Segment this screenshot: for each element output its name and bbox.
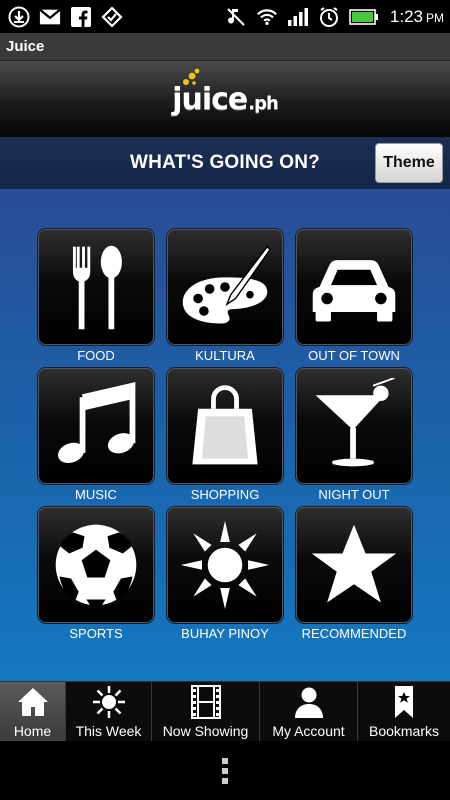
home-icon <box>17 688 48 716</box>
overflow-menu-icon[interactable] <box>220 756 230 786</box>
category-tile-sports[interactable] <box>38 507 154 623</box>
category-tile-music[interactable] <box>38 368 154 484</box>
category-tile-food[interactable] <box>38 229 154 345</box>
category-label-shopping: SHOPPING <box>190 487 260 502</box>
status-time: 1:23 PM <box>389 6 444 26</box>
category-label-recommended: RECOMMENDED <box>301 626 407 641</box>
tab-this-week-label: This Week <box>75 723 142 739</box>
fork-spoon-icon <box>72 245 122 330</box>
juice-logo: juice.ph <box>172 68 279 117</box>
category-grid: FOOD KULTURA OUT OF TOWN MUSIC SHOPPING … <box>0 189 450 681</box>
app-title-bar: Juice <box>0 33 450 61</box>
battery-icon <box>349 6 379 28</box>
category-label-food: FOOD <box>77 348 115 363</box>
star-icon <box>311 524 397 603</box>
shopping-bag-icon <box>192 385 258 465</box>
foursquare-icon <box>101 5 123 28</box>
wifi-icon <box>256 6 278 28</box>
tab-now-showing[interactable]: Now Showing <box>152 682 260 742</box>
category-tile-recommended[interactable] <box>296 507 412 623</box>
tab-now-showing-label: Now Showing <box>162 723 249 739</box>
tab-bookmarks-label: Bookmarks <box>368 723 440 739</box>
car-icon <box>312 260 396 322</box>
facebook-icon <box>70 6 92 28</box>
page-title: WHAT'S GOING ON? <box>130 152 320 173</box>
tab-my-account-label: My Account <box>272 723 345 739</box>
tab-my-account[interactable]: My Account <box>260 682 358 742</box>
gmail-icon <box>39 6 61 28</box>
philippine-sun-icon <box>180 520 270 610</box>
category-label-buhay-pinoy: BUHAY PINOY <box>181 626 269 641</box>
logo-banner: juice.ph <box>0 61 450 137</box>
tab-home[interactable]: Home <box>0 682 66 742</box>
music-note-icon <box>57 382 136 464</box>
signal-icon <box>287 6 309 28</box>
tab-home-label: Home <box>13 723 52 739</box>
person-icon <box>294 687 323 718</box>
category-tile-shopping[interactable] <box>167 368 283 484</box>
category-tile-buhay-pinoy[interactable] <box>167 507 283 623</box>
app-title: Juice <box>6 38 45 55</box>
theme-button[interactable]: Theme <box>375 143 443 183</box>
category-label-kultura: KULTURA <box>195 348 255 363</box>
soccer-ball-icon <box>55 524 137 607</box>
tab-this-week[interactable]: This Week <box>66 682 152 742</box>
cocktail-icon <box>315 378 395 467</box>
bookmark-icon <box>395 686 413 718</box>
category-label-night-out: NIGHT OUT <box>318 487 390 502</box>
bottom-tab-bar: Home This Week Now Showing My Account Bo… <box>0 681 450 742</box>
mute-icon <box>225 6 247 28</box>
paint-palette-icon <box>182 245 272 324</box>
logo-sparkle-icon <box>183 68 200 85</box>
download-icon <box>8 6 30 28</box>
film-icon <box>190 685 221 719</box>
category-label-music: MUSIC <box>75 487 117 502</box>
category-tile-out-of-town[interactable] <box>296 229 412 345</box>
tab-bookmarks[interactable]: Bookmarks <box>358 682 450 742</box>
sun-icon <box>92 686 125 718</box>
category-tile-night-out[interactable] <box>296 368 412 484</box>
section-header: WHAT'S GOING ON? Theme <box>0 137 450 189</box>
category-label-out-of-town: OUT OF TOWN <box>308 348 400 363</box>
status-bar: 1:23 PM <box>0 0 450 33</box>
alarm-icon <box>318 6 340 28</box>
system-nav-bar <box>0 741 450 800</box>
category-tile-kultura[interactable] <box>167 229 283 345</box>
category-label-sports: SPORTS <box>69 626 123 641</box>
